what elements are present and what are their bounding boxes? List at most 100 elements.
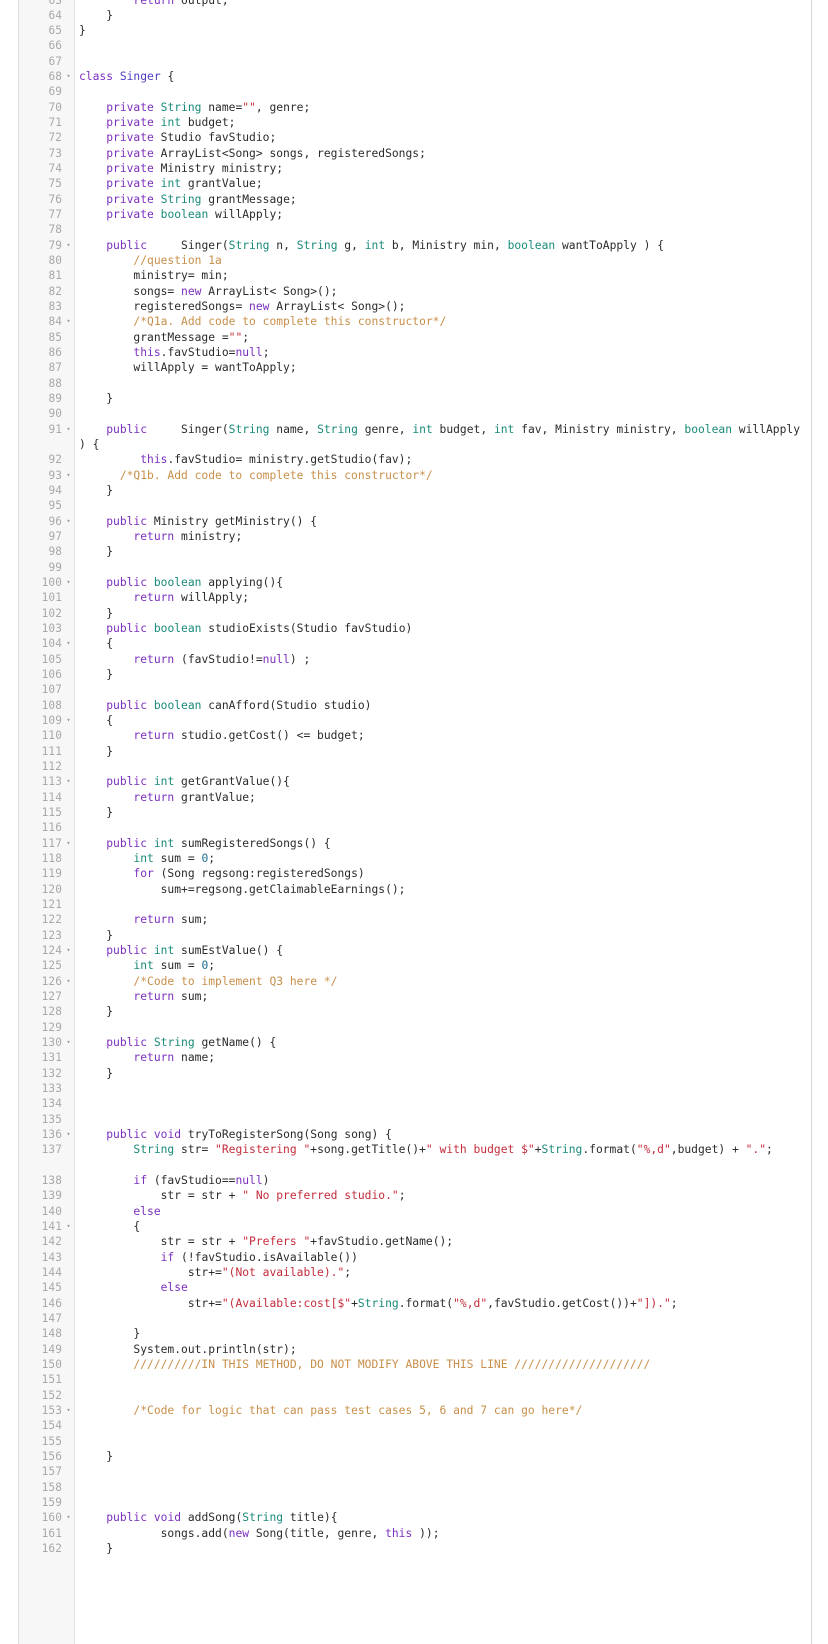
code-line[interactable]: 135▾ (0, 1112, 828, 1127)
code-line[interactable]: 90▾ (0, 406, 828, 421)
code-line[interactable]: 83▾ registeredSongs= new ArrayList< Song… (0, 299, 828, 314)
fold-triangle-icon[interactable]: ▾ (64, 974, 73, 989)
code-line[interactable]: 156▾ } (0, 1449, 828, 1464)
code-line[interactable]: 141 ▾ { (0, 1219, 828, 1234)
code-line[interactable]: 77▾ private boolean willApply; (0, 207, 828, 222)
code-line[interactable]: 154▾ (0, 1418, 828, 1433)
code-line[interactable]: 82▾ songs= new ArrayList< Song>(); (0, 284, 828, 299)
code-line[interactable]: 92▾ this.favStudio= ministry.getStudio(f… (0, 452, 828, 467)
code-line[interactable]: 68 ▾ class Singer { (0, 69, 828, 84)
code-line[interactable]: 64▾ } (0, 8, 828, 23)
code-line[interactable]: 101▾ return willApply; (0, 590, 828, 605)
code-line[interactable]: 94▾ } (0, 483, 828, 498)
code-line[interactable]: 71▾ private int budget; (0, 115, 828, 130)
code-line[interactable]: 133▾ (0, 1081, 828, 1096)
code-line[interactable]: 145▾ else (0, 1280, 828, 1295)
fold-triangle-icon[interactable]: ▾ (64, 713, 73, 728)
code-line[interactable]: 86▾ this.favStudio=null; (0, 345, 828, 360)
fold-triangle-icon[interactable]: ▾ (64, 238, 73, 253)
fold-triangle-icon[interactable]: ▾ (64, 636, 73, 651)
code-line[interactable]: 80▾ //question 1a (0, 253, 828, 268)
code-line[interactable]: 153 ▾ /*Code for logic that can pass test… (0, 1403, 828, 1418)
code-line[interactable]: 79 ▾ public Singer(String n, String g, in… (0, 238, 828, 253)
code-line[interactable]: 106▾ } (0, 667, 828, 682)
code-line[interactable]: 117 ▾ public int sumRegisteredSongs() { (0, 836, 828, 851)
code-line[interactable]: 134▾ (0, 1096, 828, 1111)
code-line[interactable]: 157▾ (0, 1464, 828, 1479)
code-line[interactable]: 148▾ } (0, 1326, 828, 1341)
code-line[interactable]: 149▾ System.out.println(str); (0, 1342, 828, 1357)
code-line[interactable]: 120▾ sum+=regsong.getClaimableEarnings()… (0, 882, 828, 897)
code-line[interactable]: 111▾ } (0, 744, 828, 759)
fold-triangle-icon[interactable]: ▾ (64, 1035, 73, 1050)
code-line[interactable]: 125▾ int sum = 0; (0, 958, 828, 973)
code-line[interactable]: 66▾ (0, 38, 828, 53)
fold-triangle-icon[interactable]: ▾ (64, 468, 73, 483)
fold-triangle-icon[interactable]: ▾ (64, 1510, 73, 1525)
code-line[interactable]: 123▾ } (0, 928, 828, 943)
code-line[interactable]: 113 ▾ public int getGrantValue(){ (0, 774, 828, 789)
code-line[interactable]: 115▾ } (0, 805, 828, 820)
code-line[interactable]: 85▾ grantMessage =""; (0, 330, 828, 345)
code-line[interactable]: 126 ▾ /*Code to implement Q3 here */ (0, 974, 828, 989)
code-line[interactable]: 144▾ str+="(Not available)."; (0, 1265, 828, 1280)
fold-triangle-icon[interactable]: ▾ (64, 774, 73, 789)
fold-triangle-icon[interactable]: ▾ (64, 1403, 73, 1418)
code-line[interactable]: 87▾ willApply = wantToApply; (0, 360, 828, 375)
code-line[interactable]: 116▾ (0, 820, 828, 835)
code-line[interactable]: 97▾ return ministry; (0, 529, 828, 544)
code-line[interactable]: 72▾ private Studio favStudio; (0, 130, 828, 145)
code-line[interactable]: 88▾ (0, 376, 828, 391)
code-line[interactable]: 100 ▾ public boolean applying(){ (0, 575, 828, 590)
code-line[interactable]: 109 ▾ { (0, 713, 828, 728)
code-line[interactable]: 143▾ if (!favStudio.isAvailable()) (0, 1250, 828, 1265)
fold-triangle-icon[interactable]: ▾ (64, 514, 73, 529)
code-line[interactable]: 158▾ (0, 1480, 828, 1495)
code-line[interactable]: 150▾ //////////IN THIS METHOD, DO NOT MO… (0, 1357, 828, 1372)
code-line[interactable]: 76▾ private String grantMessage; (0, 192, 828, 207)
code-line[interactable]: 102▾ } (0, 606, 828, 621)
code-line[interactable]: 119▾ for (Song regsong:registeredSongs) (0, 866, 828, 881)
code-line[interactable]: 152▾ (0, 1388, 828, 1403)
code-content-area[interactable]: 63▾ return output;64▾ }65▾}66▾67▾68▾clas… (0, 0, 828, 1644)
code-line[interactable]: 162▾ } (0, 1541, 828, 1556)
code-line[interactable]: 93 ▾ /*Q1b. Add code to complete this con… (0, 468, 828, 483)
code-line[interactable]: 146▾ str+="(Available:cost[$"+String.for… (0, 1296, 828, 1311)
code-line[interactable]: 139▾ str = str + " No preferred studio."… (0, 1188, 828, 1203)
code-line[interactable]: 161▾ songs.add(new Song(title, genre, th… (0, 1526, 828, 1541)
code-line[interactable]: 96 ▾ public Ministry getMinistry() { (0, 514, 828, 529)
code-line[interactable]: 75▾ private int grantValue; (0, 176, 828, 191)
code-line[interactable]: 136 ▾ public void tryToRegisterSong(Song … (0, 1127, 828, 1142)
code-line[interactable]: 140▾ else (0, 1204, 828, 1219)
code-line[interactable]: 131▾ return name; (0, 1050, 828, 1065)
code-line[interactable]: 104 ▾ { (0, 636, 828, 651)
code-line[interactable]: 138▾ if (favStudio==null) (0, 1173, 828, 1188)
fold-triangle-icon[interactable]: ▾ (64, 575, 73, 590)
fold-triangle-icon[interactable]: ▾ (64, 422, 73, 437)
code-line[interactable]: 147▾ (0, 1311, 828, 1326)
code-line[interactable]: 142▾ str = str + "Prefers "+favStudio.ge… (0, 1234, 828, 1249)
code-editor[interactable]: 63▾ return output;64▾ }65▾}66▾67▾68▾clas… (0, 0, 828, 1644)
code-line[interactable]: 91 ▾ public Singer(String name, String ge… (0, 422, 828, 453)
code-line[interactable]: 129▾ (0, 1020, 828, 1035)
code-line[interactable]: 130 ▾ public String getName() { (0, 1035, 828, 1050)
code-line[interactable]: 78▾ (0, 222, 828, 237)
code-line[interactable]: 74▾ private Ministry ministry; (0, 161, 828, 176)
code-line[interactable]: 151▾ (0, 1372, 828, 1387)
code-line[interactable]: 127▾ return sum; (0, 989, 828, 1004)
code-line[interactable]: 95▾ (0, 498, 828, 513)
code-line[interactable]: 124 ▾ public int sumEstValue() { (0, 943, 828, 958)
code-line[interactable]: 112▾ (0, 759, 828, 774)
code-line[interactable]: 108▾ public boolean canAfford(Studio stu… (0, 698, 828, 713)
code-line[interactable]: 118▾ int sum = 0; (0, 851, 828, 866)
fold-triangle-icon[interactable]: ▾ (64, 836, 73, 851)
code-line[interactable]: 89▾ } (0, 391, 828, 406)
code-line[interactable]: 132▾ } (0, 1066, 828, 1081)
code-line[interactable]: 105▾ return (favStudio!=null) ; (0, 652, 828, 667)
code-line[interactable]: 63▾ return output; (0, 0, 828, 8)
fold-triangle-icon[interactable]: ▾ (64, 1127, 73, 1142)
code-line[interactable]: 107▾ (0, 682, 828, 697)
code-line[interactable]: 121▾ (0, 897, 828, 912)
code-line[interactable]: 159▾ (0, 1495, 828, 1510)
code-line[interactable]: 70▾ private String name="", genre; (0, 100, 828, 115)
